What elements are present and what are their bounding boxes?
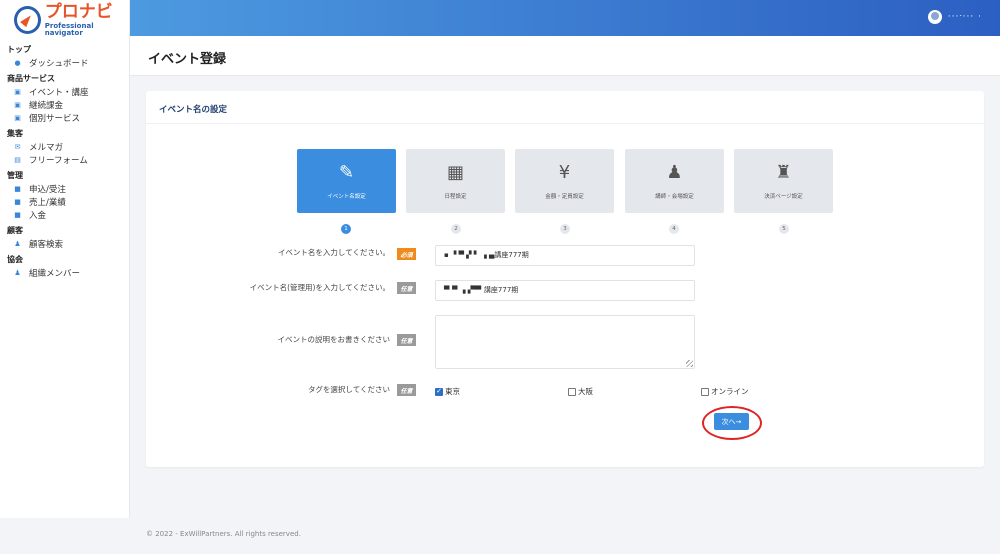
nav-heading-customers: 顧客: [7, 226, 23, 235]
sidebar-item-orders[interactable]: ■ 申込/受注: [0, 182, 129, 195]
description-textarea[interactable]: [435, 315, 695, 369]
step-label: 講師・会場設定: [655, 194, 694, 200]
yen-icon: ¥: [558, 162, 571, 183]
tag-checkbox-osaka[interactable]: 大阪: [568, 386, 593, 397]
sidebar-item-label: 継続課金: [29, 100, 64, 111]
step-number: 2: [451, 224, 461, 234]
step-label: 日程設定: [444, 194, 467, 200]
stamp-icon: ♜: [775, 162, 792, 183]
form-icon: ▤: [14, 155, 21, 164]
tag-checkbox-tokyo[interactable]: ✓ 東京: [435, 386, 460, 397]
sidebar-item-dashboard[interactable]: ● ダッシュボード: [0, 56, 129, 69]
step-label: 金額・定員設定: [545, 194, 584, 200]
card-title: イベント名の設定: [159, 105, 228, 115]
sidebar-item-label: 申込/受注: [29, 184, 66, 195]
sidebar-item-label: 組織メンバー: [29, 268, 81, 279]
calendar-icon: ▣: [14, 87, 21, 96]
checkbox-icon[interactable]: [568, 387, 576, 396]
step-schedule[interactable]: ▦ 日程設定: [406, 149, 505, 213]
sidebar-item-subscription[interactable]: ▣ 継続課金: [0, 98, 129, 111]
sidebar-item-label: 売上/業績: [29, 197, 66, 208]
sidebar-item-label: 顧客検索: [29, 239, 64, 250]
nav-heading-products: 商品サービス: [7, 74, 55, 83]
sidebar-item-free-form[interactable]: ▤ フリーフォーム: [0, 153, 129, 166]
user-name: ···ᐧ··· ·: [947, 12, 982, 22]
sidebar-item-sales[interactable]: ■ 売上/業績: [0, 195, 129, 208]
calendar-icon: ▦: [446, 162, 464, 183]
nav-heading-management: 管理: [7, 171, 23, 180]
sidebar-item-mailmag[interactable]: ✉ メルマガ: [0, 140, 129, 153]
tag-checkbox-online[interactable]: オンライン: [701, 386, 749, 397]
folder-icon: ■: [14, 197, 21, 206]
tags-label: タグを選択してください: [307, 385, 390, 394]
user-menu[interactable]: ···ᐧ··· ·: [927, 10, 982, 24]
brand-name: プロナビ: [44, 1, 113, 22]
admin-name-label: イベント名(管理用)を入力してください。: [249, 283, 390, 292]
mail-icon: ✉: [14, 142, 21, 151]
sidebar: プロナビ Professional navigator トップ ● ダッシュボー…: [0, 0, 130, 518]
next-button[interactable]: 次へ→: [714, 413, 749, 430]
checkbox-icon[interactable]: [701, 387, 709, 396]
step-event-name[interactable]: ✎ イベント名設定: [297, 149, 396, 213]
nav-heading-top: トップ: [7, 45, 31, 54]
required-badge: 必須: [397, 248, 416, 260]
folder-icon: ■: [14, 210, 21, 219]
sidebar-item-customer-search[interactable]: ♟ 顧客検索: [0, 237, 129, 250]
tag-label: オンライン: [711, 387, 749, 396]
resize-handle[interactable]: [686, 360, 693, 367]
page-header: イベント登録: [130, 36, 1000, 76]
step-number: 5: [779, 224, 789, 234]
nav-heading-marketing: 集客: [7, 129, 23, 138]
optional-badge: 任意: [397, 334, 416, 346]
checkbox-checked-icon[interactable]: ✓: [435, 387, 443, 396]
sidebar-item-payments[interactable]: ■ 入金: [0, 208, 129, 221]
dashboard-icon: ●: [14, 58, 21, 67]
topbar: ···ᐧ··· ·: [130, 0, 1000, 36]
tag-label: 東京: [445, 387, 460, 396]
tag-label: 大阪: [578, 387, 593, 396]
event-name-label: イベント名を入力してください。: [277, 248, 390, 257]
step-label: イベント名設定: [327, 194, 366, 200]
step-payment-page[interactable]: ♜ 決済ページ設定: [734, 149, 833, 213]
brand-logo[interactable]: プロナビ Professional navigator: [0, 0, 129, 40]
brand-tagline: Professional navigator: [44, 21, 94, 37]
nav-heading-association: 協会: [7, 255, 23, 264]
calendar-icon: ▣: [14, 113, 21, 122]
user-icon: ♟: [14, 268, 21, 277]
sidebar-item-label: フリーフォーム: [29, 155, 88, 166]
footer-copyright: © 2022 - ExWillPartners. All rights rese…: [146, 530, 301, 538]
compass-icon: [14, 6, 41, 34]
users-icon: ♟: [14, 239, 21, 248]
avatar: [927, 10, 942, 24]
step-number: 1: [341, 224, 351, 234]
step-price[interactable]: ¥ 金額・定員設定: [515, 149, 614, 213]
step-number: 4: [669, 224, 679, 234]
description-label: イベントの説明をお書きください: [277, 335, 391, 344]
optional-badge: 任意: [397, 384, 416, 396]
sidebar-item-events[interactable]: ▣ イベント・講座: [0, 85, 129, 98]
event-name-input[interactable]: ▪ ▝ ▀ ▞ ▘ ▗ ▄講座777期: [435, 245, 695, 266]
edit-icon: ✎: [338, 162, 355, 183]
step-number: 3: [560, 224, 570, 234]
folder-icon: ■: [14, 184, 21, 193]
sidebar-item-label: 入金: [29, 210, 47, 221]
step-venue[interactable]: ♟ 講師・会場設定: [625, 149, 724, 213]
sidebar-item-individual-service[interactable]: ▣ 個別サービス: [0, 111, 129, 124]
event-form-card: イベント名の設定 ✎ イベント名設定 ▦ 日程設定 ¥ 金額・定員設定 ♟ 講師…: [146, 91, 984, 467]
sidebar-item-members[interactable]: ♟ 組織メンバー: [0, 266, 129, 279]
sidebar-item-label: イベント・講座: [29, 87, 89, 98]
step-label: 決済ページ設定: [764, 194, 803, 200]
admin-name-input[interactable]: ▀▝▘▗ ▞▀▘講座777期: [435, 280, 695, 301]
page-title: イベント登録: [148, 52, 227, 67]
sidebar-item-label: メルマガ: [29, 142, 64, 153]
calendar-icon: ▣: [14, 100, 21, 109]
sidebar-item-label: 個別サービス: [29, 113, 81, 124]
optional-badge: 任意: [397, 282, 416, 294]
divider: [146, 123, 984, 124]
location-icon: ♟: [666, 162, 683, 183]
sidebar-item-label: ダッシュボード: [29, 58, 89, 69]
